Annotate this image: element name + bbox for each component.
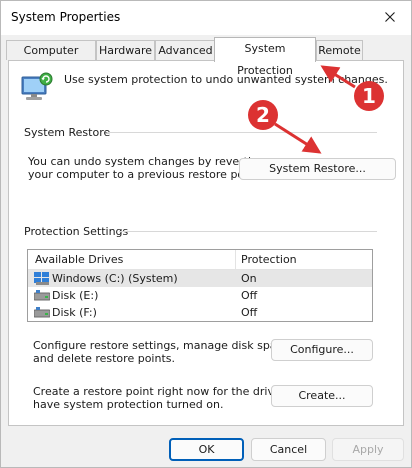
tab-panel xyxy=(8,60,404,426)
drive-protection-status: Off xyxy=(241,289,258,302)
intro-text: Use system protection to undo unwanted s… xyxy=(64,73,388,86)
drive-protection-status: Off xyxy=(241,306,258,319)
ok-button[interactable]: OK xyxy=(169,438,244,461)
tab-hardware[interactable]: Hardware xyxy=(96,40,155,60)
cancel-button[interactable]: Cancel xyxy=(251,438,326,461)
annotation-badge-1: 1 xyxy=(354,81,384,111)
system-restore-divider xyxy=(107,132,377,133)
column-header-available-drives[interactable]: Available Drives xyxy=(35,253,123,266)
tab-remote[interactable]: Remote xyxy=(316,40,363,60)
drives-table-header: Available Drives Protection xyxy=(28,250,372,270)
drive-name: Disk (F:) xyxy=(52,306,97,319)
system-restore-button[interactable]: System Restore... xyxy=(239,158,396,180)
close-icon xyxy=(385,12,395,22)
create-button[interactable]: Create... xyxy=(271,385,373,407)
protection-settings-heading: Protection Settings xyxy=(24,225,129,238)
configure-button[interactable]: Configure... xyxy=(271,339,373,361)
tab-system-protection[interactable]: System Protection xyxy=(214,37,316,77)
drive-name: Windows (C:) (System) xyxy=(52,272,178,285)
tab-computer-name[interactable]: Computer Name xyxy=(6,40,96,77)
system-restore-desc-line2: your computer to a previous restore poin… xyxy=(28,168,262,181)
system-protection-icon xyxy=(21,72,53,100)
disk-drive-icon xyxy=(34,290,50,301)
table-row[interactable]: Windows (C:) (System) On xyxy=(28,270,372,287)
column-header-protection[interactable]: Protection xyxy=(241,253,297,266)
title-bar: System Properties xyxy=(1,1,411,35)
tab-advanced[interactable]: Advanced xyxy=(155,40,216,60)
drive-protection-status: On xyxy=(241,272,257,285)
window-title: System Properties xyxy=(11,10,121,24)
close-button[interactable] xyxy=(375,3,405,31)
system-drive-icon xyxy=(34,272,49,285)
system-restore-desc-line1: You can undo system changes by reverting xyxy=(28,155,265,168)
column-separator[interactable] xyxy=(235,250,236,269)
annotation-badge-2: 2 xyxy=(248,100,278,130)
drives-table[interactable]: Available Drives Protection Windows (C:)… xyxy=(27,249,373,322)
apply-button[interactable]: Apply xyxy=(332,438,404,461)
create-desc-line2: have system protection turned on. xyxy=(33,398,224,411)
table-row[interactable]: Disk (E:) Off xyxy=(28,287,372,304)
configure-desc-line1: Configure restore settings, manage disk … xyxy=(33,339,293,352)
system-properties-window: System Properties Computer Name Hardware… xyxy=(0,0,412,468)
table-row[interactable]: Disk (F:) Off xyxy=(28,304,372,321)
configure-desc-line2: and delete restore points. xyxy=(33,352,175,365)
protection-settings-divider xyxy=(119,231,377,232)
disk-drive-icon xyxy=(34,307,50,318)
drive-name: Disk (E:) xyxy=(52,289,99,302)
system-restore-heading: System Restore xyxy=(24,126,111,139)
